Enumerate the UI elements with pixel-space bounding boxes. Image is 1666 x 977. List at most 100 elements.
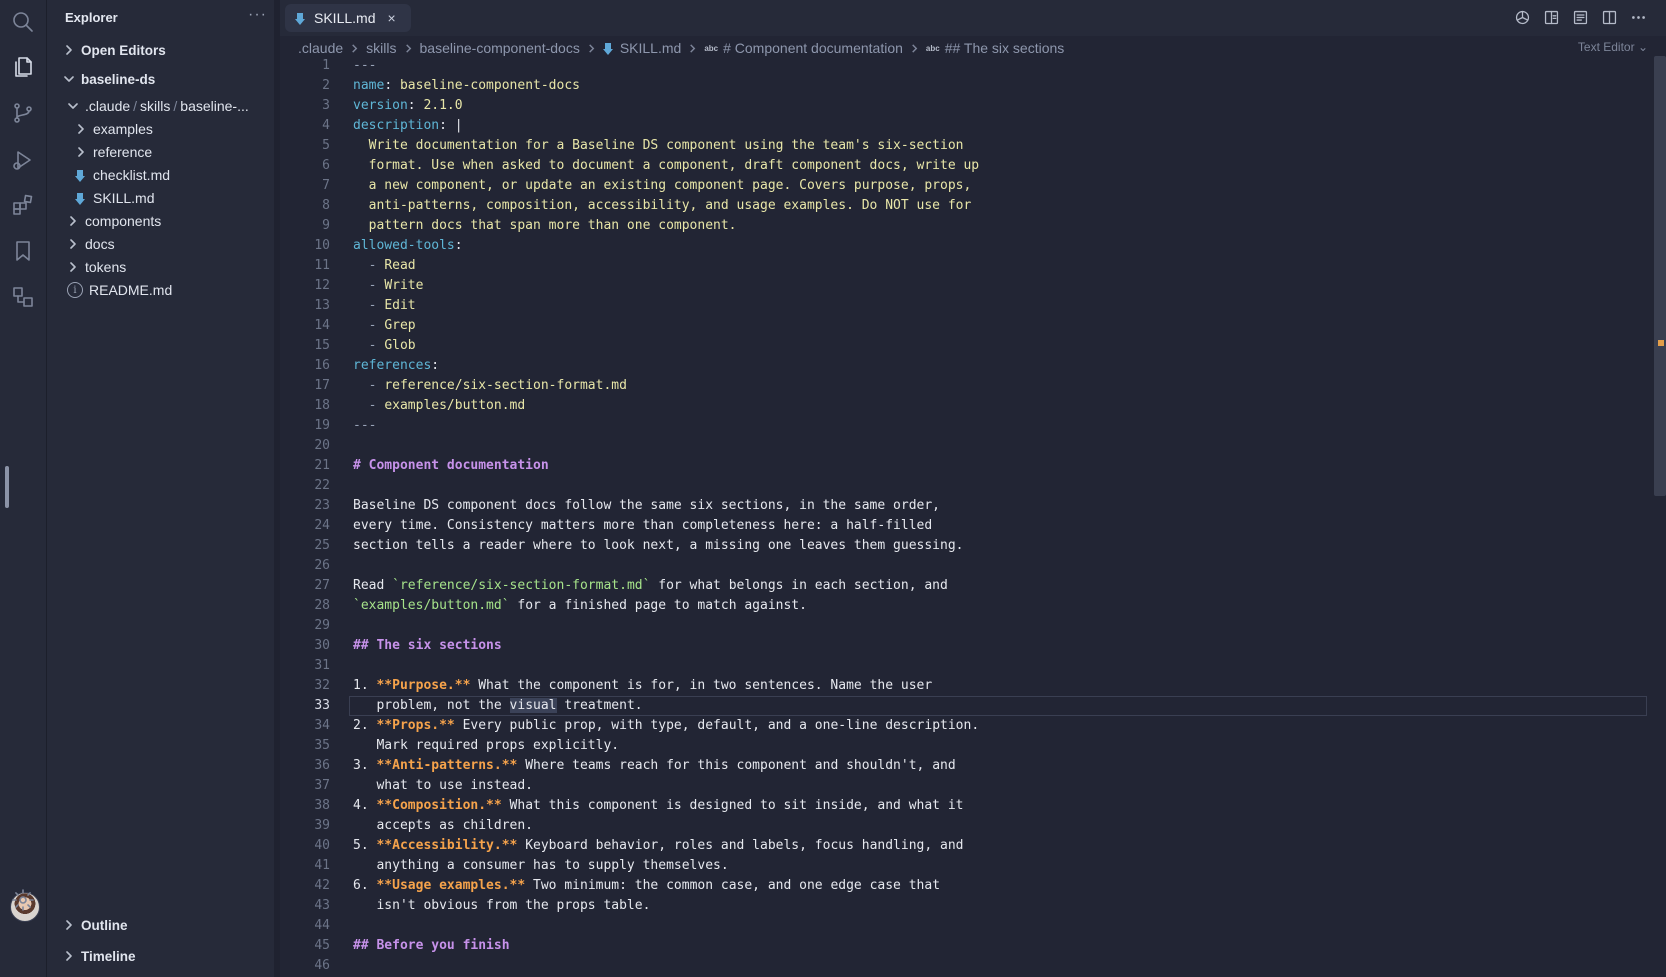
line-number: 43: [314, 898, 330, 913]
yaml-value: |: [454, 118, 463, 133]
line-number: 36: [314, 758, 330, 773]
markdown-icon: [75, 169, 85, 182]
markdown-text: Read: [353, 578, 393, 593]
bold-text: **Usage examples.**: [376, 878, 526, 893]
open-editors-section[interactable]: Open Editors: [47, 39, 274, 61]
split-editor-icon[interactable]: [1600, 8, 1619, 27]
code-line: 20: [280, 436, 1650, 456]
bold-text: **Purpose.**: [376, 678, 471, 693]
code-line: 40 5. **Accessibility.** Keyboard behavio…: [280, 836, 1650, 856]
tree-label: README.md: [89, 282, 173, 298]
tree-item-reference[interactable]: reference: [47, 141, 274, 163]
markdown-text: Two minimum: the common case, and one ed…: [525, 878, 941, 893]
yaml-text: a new component, or update an existing c…: [353, 178, 972, 193]
gear-icon[interactable]: [8, 885, 38, 915]
symbol-string-icon: abc: [704, 43, 719, 53]
code-line: 14 - Grep: [280, 316, 1650, 336]
markdown-text: section tells a reader where to look nex…: [353, 538, 964, 553]
open-preview-icon[interactable]: [1542, 8, 1561, 27]
breadcrumb-item[interactable]: baseline-component-docs: [420, 40, 580, 56]
code-editor[interactable]: 1 --- 2 name: baseline-component-docs 3 ver…: [280, 56, 1650, 976]
tree-label: SKILL.md: [93, 190, 155, 206]
code-line: 13 - Edit: [280, 296, 1650, 316]
markdown-heading: ## Before you finish: [353, 938, 510, 953]
breadcrumb-item[interactable]: SKILL.md: [620, 40, 681, 56]
code-line: 36 3. **Anti-patterns.** Where teams reac…: [280, 756, 1650, 776]
more-actions-icon[interactable]: ···: [248, 6, 267, 24]
breadcrumb-item[interactable]: .claude: [298, 40, 343, 56]
yaml-list-item: Read: [384, 258, 416, 273]
line-number: 8: [322, 198, 330, 213]
extensions-icon[interactable]: [8, 190, 38, 220]
markdown-text: every time. Consistency matters more tha…: [353, 518, 933, 533]
line-number: 19: [314, 418, 330, 433]
list-number: 3.: [353, 758, 377, 773]
bold-text: **Composition.**: [376, 798, 502, 813]
path-part: .claude: [85, 98, 131, 114]
tree-item-components[interactable]: components: [47, 210, 274, 232]
tree-item-readme[interactable]: i README.md: [47, 279, 274, 301]
tree-item-tokens[interactable]: tokens: [47, 256, 274, 278]
line-number: 21: [314, 458, 330, 473]
bookmark-icon[interactable]: [8, 236, 38, 266]
tab-skill-md[interactable]: SKILL.md ×: [285, 4, 411, 32]
code-line: 12 - Write: [280, 276, 1650, 296]
remote-explorer-icon[interactable]: [8, 282, 38, 312]
tree-item-examples[interactable]: examples: [47, 118, 274, 140]
code-line: 24 every time. Consistency matters more t…: [280, 516, 1650, 536]
code-line: 35 Mark required props explicitly.: [280, 736, 1650, 756]
outline-section[interactable]: Outline: [47, 914, 274, 936]
line-number: 41: [314, 858, 330, 873]
yaml-text: pattern docs that span more than one com…: [353, 218, 737, 233]
selected-text: visual: [509, 698, 557, 713]
timeline-section[interactable]: Timeline: [47, 945, 274, 967]
markdown-icon: [75, 192, 85, 205]
breadcrumb-item[interactable]: ## The six sections: [945, 40, 1065, 56]
line-number: 23: [314, 498, 330, 513]
workspace-label: baseline-ds: [81, 71, 156, 87]
source-control-icon[interactable]: [8, 98, 38, 128]
chevron-right-icon: [67, 261, 79, 273]
tree-item-docs[interactable]: docs: [47, 233, 274, 255]
scroll-indicator[interactable]: [5, 466, 9, 508]
timeline-label: Timeline: [81, 948, 136, 964]
code-line: 18 - examples/button.md: [280, 396, 1650, 416]
yaml-list-item: Grep: [384, 318, 416, 333]
close-icon[interactable]: ×: [387, 10, 395, 26]
yaml-value: baseline-component-docs: [399, 78, 580, 93]
editor-area: SKILL.md × .claude skills baseline-compo…: [280, 0, 1666, 977]
line-number: 2: [322, 78, 330, 93]
run-debug-icon[interactable]: [8, 145, 38, 175]
line-number: 22: [314, 478, 330, 493]
vertical-scrollbar[interactable]: [1654, 56, 1666, 496]
code-line: 1 ---: [280, 56, 1650, 76]
code-line: 41 anything a consumer has to supply the…: [280, 856, 1650, 876]
preview-side-icon[interactable]: [1571, 8, 1590, 27]
explorer-icon[interactable]: [8, 52, 38, 82]
code-line: 11 - Read: [280, 256, 1650, 276]
search-icon[interactable]: [8, 7, 38, 37]
tree-item-checklist[interactable]: checklist.md: [47, 164, 274, 186]
chatgpt-icon[interactable]: [1513, 8, 1532, 27]
tree-item-skill-md[interactable]: SKILL.md: [47, 187, 274, 209]
tree-item-skill-folder[interactable]: .claude / skills / baseline-...: [47, 95, 274, 117]
tree-label: checklist.md: [93, 167, 171, 183]
code-line: 21 # Component documentation: [280, 456, 1650, 476]
breadcrumb-item[interactable]: # Component documentation: [723, 40, 903, 56]
chevron-right-icon: [397, 40, 420, 56]
markdown-text: anything a consumer has to supply themse…: [353, 858, 729, 873]
chevron-right-icon: [903, 40, 926, 56]
yaml-text: anti-patterns, composition, accessibilit…: [353, 198, 972, 213]
code-line: 39 accepts as children.: [280, 816, 1650, 836]
list-number: 6.: [353, 878, 377, 893]
line-number: 17: [314, 378, 330, 393]
bold-text: **Props.**: [376, 718, 455, 733]
breadcrumb-item[interactable]: skills: [366, 40, 396, 56]
line-number: 26: [314, 558, 330, 573]
editor-mode-select[interactable]: Text Editor ⌄: [1578, 40, 1648, 54]
workspace-folder[interactable]: baseline-ds: [47, 68, 274, 90]
more-actions-icon[interactable]: [1629, 8, 1648, 27]
markdown-text: accepts as children.: [353, 818, 534, 833]
line-number: 1: [322, 58, 330, 73]
markdown-text: for what belongs in each section, and: [650, 578, 948, 593]
